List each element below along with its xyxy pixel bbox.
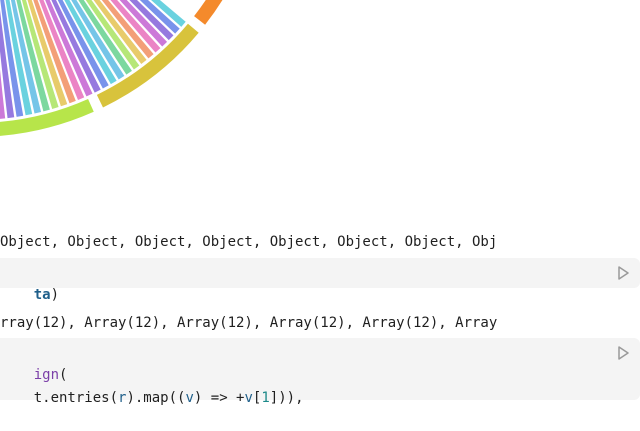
code-text: t.entries( [33,390,119,406]
code-punct: ) [50,287,60,303]
code-cell-1[interactable]: ta) [0,258,640,303]
code-number: 1 [261,390,270,406]
chord-diagram [0,0,223,136]
code-text: ) => + [193,390,245,406]
chord-group-arc [194,0,223,25]
code-cell-2[interactable]: ign( t.entries(r).map((v) => +v[1])), [0,338,640,406]
code-line-2[interactable]: t.entries(r).map((v) => +v[1])), [0,365,304,431]
run-cell-button[interactable] [616,266,630,280]
run-icon [618,346,629,360]
code-param: v [185,390,194,406]
run-icon [618,266,629,280]
code-text: ])), [269,390,304,406]
cell-output-arrays: rray(12), Array(12), Array(12), Array(12… [0,315,498,331]
run-cell-button-2[interactable] [616,346,630,360]
code-text: ).map(( [126,390,186,406]
cell-output-objects: Object, Object, Object, Object, Object, … [0,234,498,250]
code-var: v [244,390,253,406]
code-identifier: ta [33,287,51,303]
